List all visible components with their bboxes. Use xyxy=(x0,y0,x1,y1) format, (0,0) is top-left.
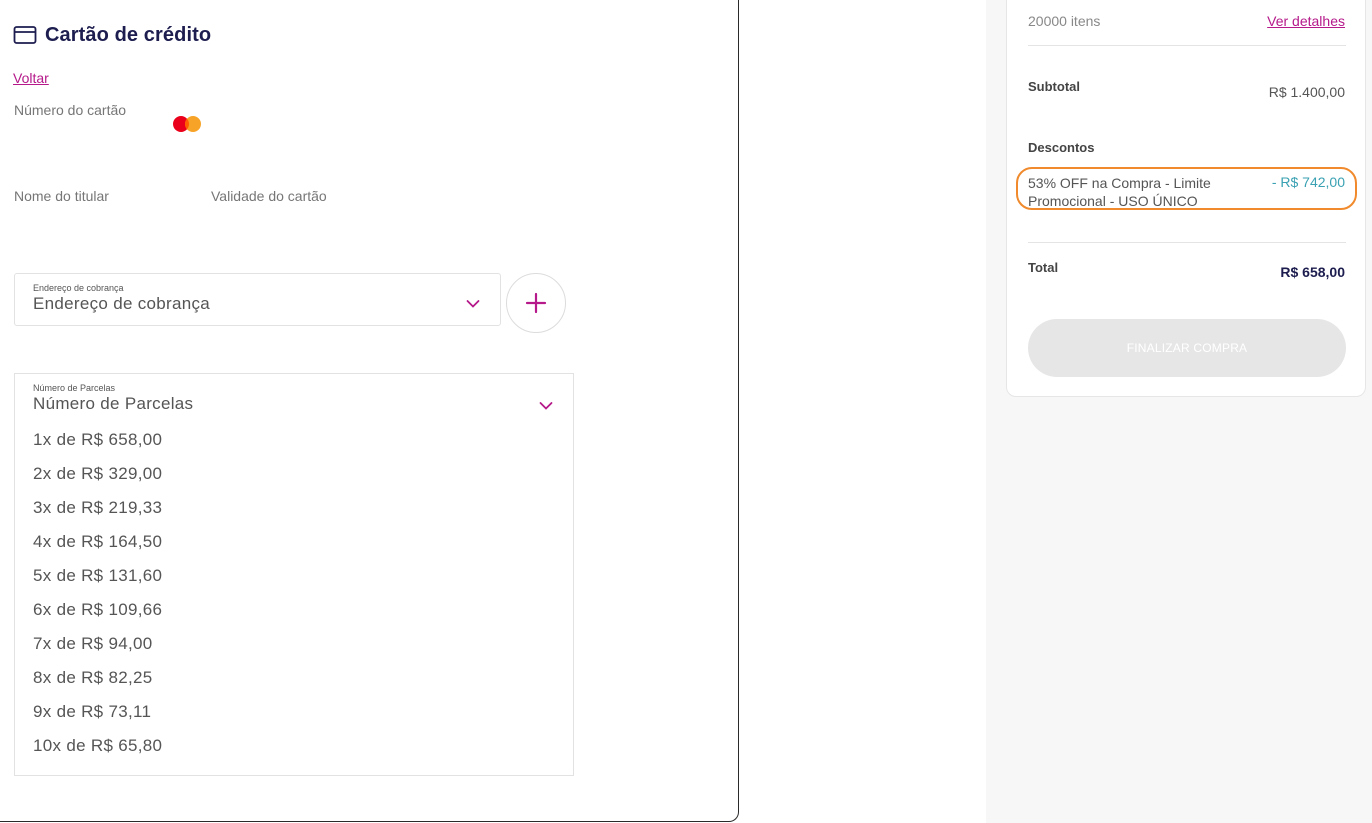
subtotal-label: Subtotal xyxy=(1028,79,1080,94)
holder-name-label: Nome do titular xyxy=(14,188,109,204)
total-value: R$ 658,00 xyxy=(1280,264,1345,280)
installments-small-label: Número de Parcelas xyxy=(33,383,116,393)
billing-address-select[interactable]: Endereço de cobrança Endereço de cobranç… xyxy=(14,273,501,326)
plus-icon xyxy=(525,292,547,314)
installment-option[interactable]: 10x de R$ 65,80 xyxy=(33,736,162,770)
installments-value: Número de Parcelas xyxy=(33,394,194,413)
installment-option[interactable]: 7x de R$ 94,00 xyxy=(33,634,162,668)
installments-select[interactable]: Número de Parcelas Número de Parcelas 1x… xyxy=(14,373,574,776)
total-label: Total xyxy=(1028,260,1059,275)
installment-option[interactable]: 6x de R$ 109,66 xyxy=(33,600,162,634)
divider xyxy=(1028,242,1346,243)
discount-name: 53% OFF na Compra - Limite Promocional -… xyxy=(1028,175,1211,209)
finish-purchase-button[interactable]: FINALIZAR COMPRA xyxy=(1028,319,1346,377)
installment-option[interactable]: 8x de R$ 82,25 xyxy=(33,668,162,702)
installment-option[interactable]: 2x de R$ 329,00 xyxy=(33,464,162,498)
payment-header: Cartão de crédito xyxy=(13,23,211,47)
divider xyxy=(1028,45,1346,46)
page-title: Cartão de crédito xyxy=(45,23,212,46)
chevron-down-icon xyxy=(466,300,480,308)
credit-card-icon xyxy=(13,26,37,44)
back-link[interactable]: Voltar xyxy=(13,70,49,86)
card-validity-label: Validade do cartão xyxy=(211,188,327,204)
order-summary-card: 20000 itens Ver detalhes Subtotal R$ 1.4… xyxy=(1006,0,1366,397)
billing-address-value: Endereço de cobrança xyxy=(33,294,211,313)
installment-option[interactable]: 3x de R$ 219,33 xyxy=(33,498,162,532)
mastercard-icon xyxy=(173,116,201,132)
installment-option[interactable]: 4x de R$ 164,50 xyxy=(33,532,162,566)
installment-option[interactable]: 5x de R$ 131,60 xyxy=(33,566,162,600)
add-address-button[interactable] xyxy=(506,273,566,333)
billing-address-small-label: Endereço de cobrança xyxy=(33,283,124,293)
discounts-label: Descontos xyxy=(1028,140,1095,155)
chevron-down-icon[interactable] xyxy=(539,401,553,411)
installment-option[interactable]: 9x de R$ 73,11 xyxy=(33,702,162,736)
items-count: 20000 itens xyxy=(1028,13,1101,29)
discount-value: - R$ 742,00 xyxy=(1271,174,1345,190)
card-number-label: Número do cartão xyxy=(14,102,127,118)
installments-options-list: 1x de R$ 658,00 2x de R$ 329,00 3x de R$… xyxy=(33,430,162,770)
installment-option[interactable]: 1x de R$ 658,00 xyxy=(33,430,162,464)
subtotal-value: R$ 1.400,00 xyxy=(1268,84,1345,100)
view-details-link[interactable]: Ver detalhes xyxy=(1267,13,1345,29)
